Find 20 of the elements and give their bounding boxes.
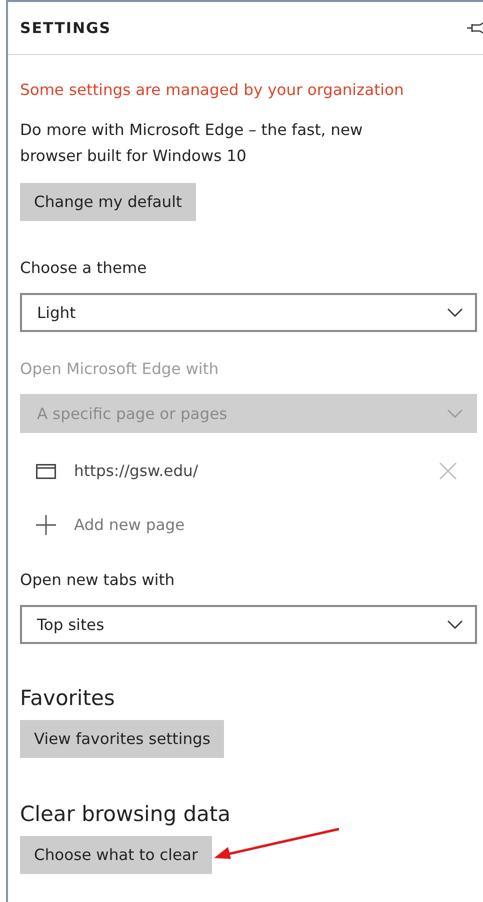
- section-heading: Favorites: [20, 686, 116, 712]
- panel-title: SETTINGS: [20, 19, 112, 37]
- setting-label: Open Microsoft Edge with: [20, 360, 220, 380]
- promo-text: Do more with Microsoft Edge – the fast, new browser built for Windows 10: [20, 120, 364, 167]
- page-url: https://gsw.edu/: [74, 462, 200, 480]
- dropdown[interactable]: Light: [20, 293, 477, 332]
- browser-tab-icon: [36, 464, 56, 478]
- section-heading: Clear browsing data: [20, 802, 232, 828]
- plus-icon: [36, 515, 56, 535]
- chevron-down-icon: [447, 409, 463, 418]
- setting-label: Choose a theme: [20, 259, 148, 279]
- dropdown[interactable]: Top sites: [20, 605, 477, 644]
- chevron-down-icon: [447, 620, 463, 629]
- section-button[interactable]: Choose what to clear: [20, 836, 212, 874]
- section-button[interactable]: View favorites settings: [20, 720, 224, 758]
- change-default-button[interactable]: Change my default: [20, 183, 196, 221]
- setting-label: Open new tabs with: [20, 571, 176, 591]
- pin-icon[interactable]: [467, 22, 483, 34]
- chevron-down-icon: [447, 308, 463, 317]
- managed-notice: Some settings are managed by your organization: [20, 81, 405, 99]
